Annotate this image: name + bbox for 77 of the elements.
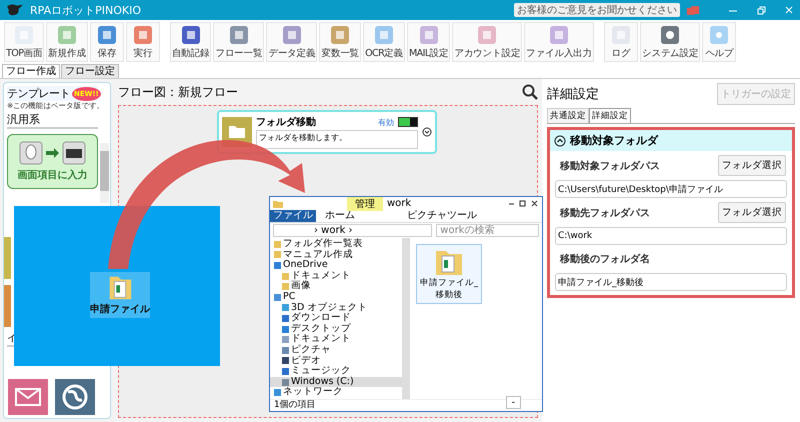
window-title: work	[387, 198, 412, 209]
input-field[interactable]: 申請ファイル_移動後	[555, 273, 787, 291]
zoom-out-button[interactable]: -	[506, 396, 521, 409]
feedback-link[interactable]: お客様のご意見をお聞かせください	[514, 3, 680, 17]
input-field[interactable]: C:\Users\future\Desktop\申請ファイル	[555, 180, 787, 198]
nav-item[interactable]: フォルダ作一覧表	[270, 239, 402, 250]
chevron-up-icon[interactable]	[554, 134, 566, 146]
input-field[interactable]: C:\work	[555, 227, 787, 245]
close-icon[interactable]	[784, 5, 794, 15]
node-description: フォルダを移動します。	[256, 130, 418, 149]
toggle-switch[interactable]	[398, 117, 418, 127]
nav-item[interactable]: ネットワーク	[270, 387, 402, 398]
panel-title: 詳細設定	[547, 86, 599, 103]
status-label: 有効	[378, 116, 394, 128]
restore-icon[interactable]	[756, 5, 766, 15]
flow-title: フロー図：新規フロー	[118, 84, 238, 100]
tab[interactable]: 詳細設定	[589, 108, 631, 123]
tab[interactable]: 共通設定	[547, 108, 589, 123]
window-title: RPAロボットPINOKIO	[30, 2, 142, 18]
tab[interactable]: フロー設定	[61, 64, 119, 78]
folder-select-button[interactable]: フォルダ選択	[718, 202, 786, 223]
toolbar-button[interactable]: OCR定義	[363, 22, 405, 62]
nav-item[interactable]: OneDrive	[270, 260, 402, 271]
chevron-down-icon[interactable]	[422, 127, 432, 137]
field-label: 移動後のフォルダ名	[560, 252, 650, 266]
toolbar-button[interactable]: フロー一覧	[213, 22, 264, 62]
context-tab[interactable]: 管理	[347, 196, 383, 210]
toolbar-button[interactable]: TOP画面	[4, 22, 44, 62]
node-title: フォルダ移動	[256, 116, 317, 129]
nav-item[interactable]: 3D オブジェクト	[270, 302, 402, 314]
toolbar-button[interactable]: 新規作成	[46, 22, 88, 62]
toolbar-button[interactable]: 変数一覧	[319, 22, 362, 62]
toolbar-button[interactable]: ヘルプ	[702, 22, 736, 62]
field-label: 移動対象フォルダパス	[560, 159, 660, 172]
toolbar-button[interactable]: ログ	[604, 22, 638, 62]
toolbar-button[interactable]: 実行	[126, 22, 160, 62]
scrollbar[interactable]	[100, 143, 109, 203]
panel-title: テンプレート	[7, 86, 70, 101]
nav-item[interactable]: Windows (C:)	[270, 376, 402, 388]
template-tile[interactable]	[4, 237, 11, 279]
mouse-to-keyboard-icon	[18, 141, 88, 165]
nav-item[interactable]: ミュージック	[270, 366, 402, 377]
search-field[interactable]: workの検索	[436, 224, 539, 237]
toolbar-button[interactable]: ファイル入出力	[524, 22, 594, 62]
toolbar-button[interactable]: 保存	[90, 22, 124, 62]
toolbar-button[interactable]: MAIL設定	[406, 22, 450, 62]
file-item[interactable]: 申請ファイル_移動後	[416, 244, 482, 304]
category-heading: 汎用系	[7, 112, 98, 129]
nav-item[interactable]: PC	[270, 292, 402, 303]
template-tile[interactable]	[4, 285, 11, 327]
toolbar-button[interactable]: システム設定	[640, 22, 700, 62]
nav-item[interactable]: ドキュメント	[270, 334, 402, 345]
nav-item[interactable]: ダウンロード	[270, 313, 402, 324]
search-icon[interactable]	[522, 84, 538, 100]
field-label: 移動先フォルダパス	[560, 206, 650, 220]
toolbar-button[interactable]: 自動記録	[170, 22, 212, 62]
nav-item[interactable]: ピクチャ	[270, 344, 402, 356]
globe-icon[interactable]	[54, 379, 96, 415]
ribbon-tab[interactable]: ピクチャツール	[404, 210, 480, 222]
nav-item[interactable]: デスクトップ	[270, 324, 402, 334]
section-header[interactable]: 移動対象フォルダ	[550, 130, 792, 151]
window-controls-icon[interactable]	[508, 200, 538, 208]
template-card[interactable]: 画面項目に入力	[7, 134, 98, 189]
bird-logo-icon	[6, 3, 24, 17]
nav-item[interactable]: マニュアル作成	[270, 250, 402, 260]
nav-item[interactable]: ドキュメント	[270, 270, 402, 282]
toolbar-button[interactable]: アカウント設定	[452, 22, 522, 62]
address-bar[interactable]: › work ›	[273, 224, 432, 237]
ribbon-tab[interactable]: ファイル	[270, 210, 316, 222]
folder-select-button[interactable]: フォルダ選択	[718, 155, 786, 176]
file-item[interactable]: 申請ファイル	[90, 272, 150, 318]
nav-item[interactable]: 画像	[270, 281, 402, 292]
flow-node[interactable]: フォルダ移動 有効 フォルダを移動します。	[217, 110, 437, 154]
tab[interactable]: フロー作成	[2, 64, 60, 78]
ribbon-tab[interactable]: ホーム	[322, 210, 358, 222]
nav-item[interactable]: ビデオ	[270, 356, 402, 366]
toolbar-button[interactable]: データ定義	[266, 22, 318, 62]
